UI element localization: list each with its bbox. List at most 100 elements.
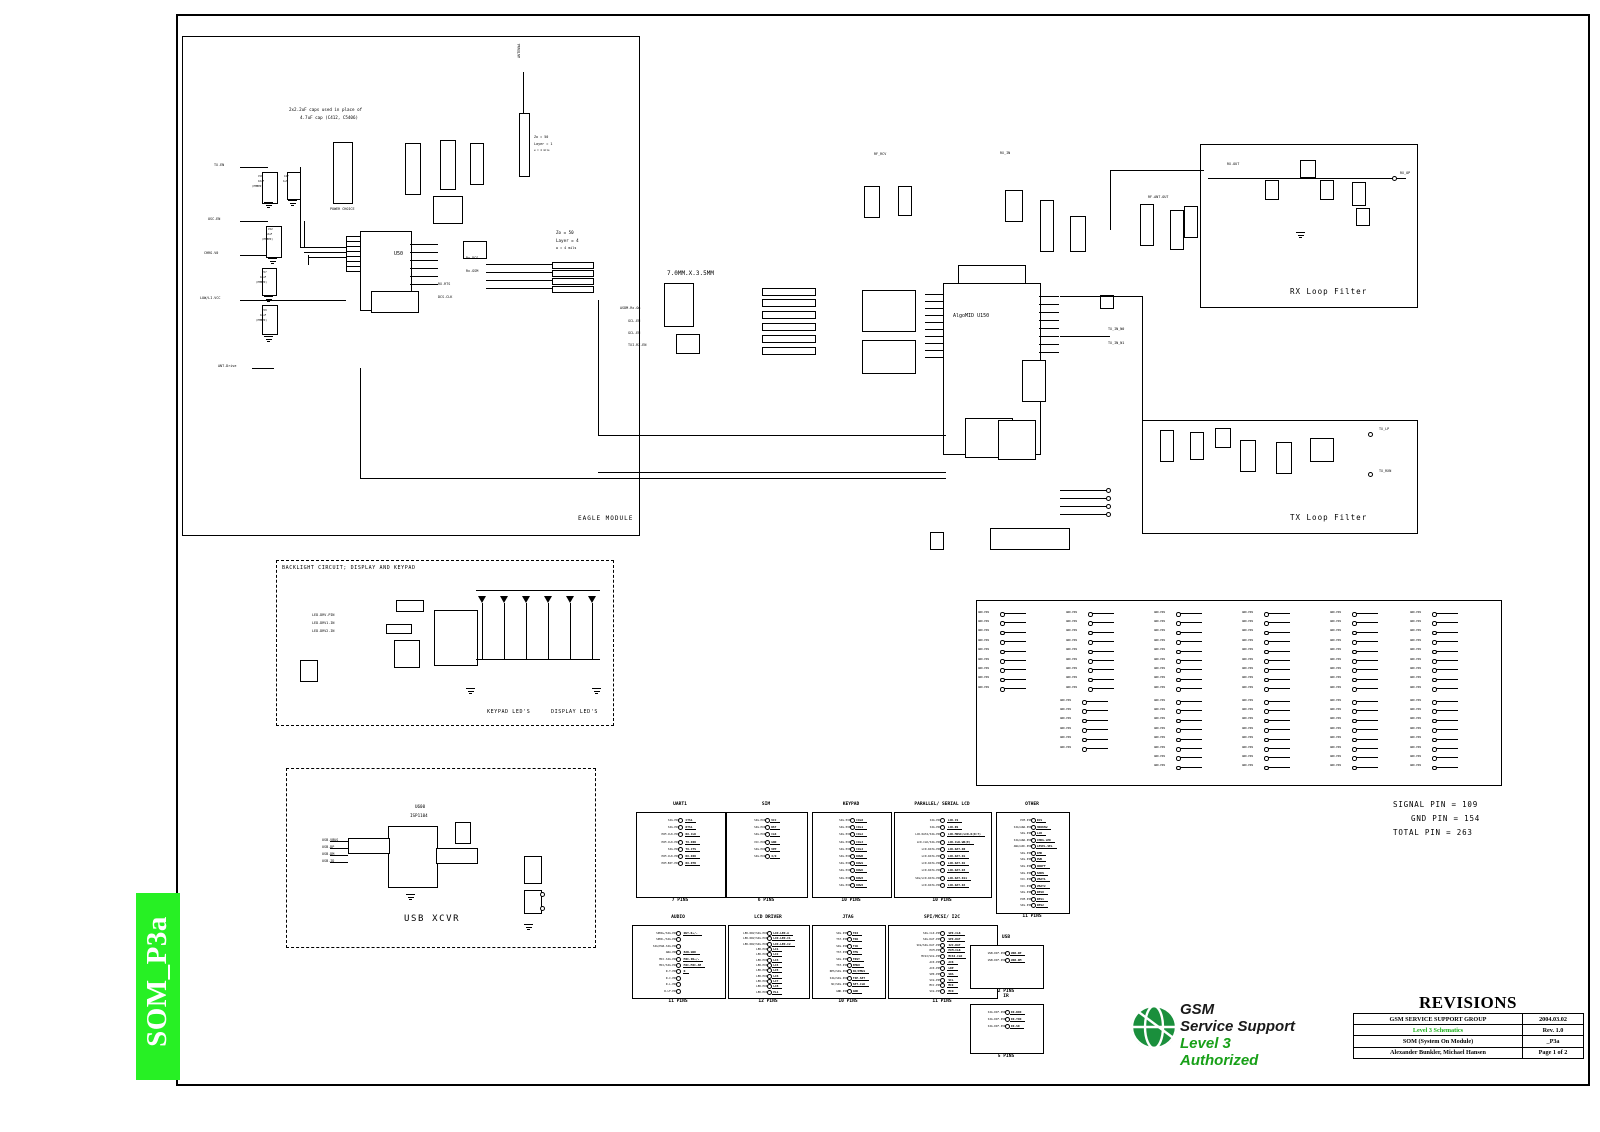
connector-pin-row: NC/SIG.PIN SET.CLK <box>813 982 885 988</box>
connector-pin-right-label: COL1 <box>855 825 868 831</box>
pin-matrix-label: GND.PIN <box>1410 754 1421 758</box>
connector-pin-row: ANA.PIN EAR.GND <box>633 950 725 956</box>
pin-matrix-label: GND.PIN <box>978 619 989 623</box>
connector-pin-left-label: SIG.PIN <box>839 818 851 822</box>
connector-pin-right-label: COL0 <box>855 818 868 823</box>
connector-pin-left-label: MIC/SIG.PIN <box>659 963 678 967</box>
connector-pin-left-label: SIG.DIF.PIN <box>987 1010 1006 1014</box>
connector-pin-right-label: IR.RXD <box>1009 1010 1026 1015</box>
connector-pin-node <box>766 968 772 974</box>
revisions-cell-left: Alexander Bunkler, Michael Hansen <box>1353 1046 1523 1059</box>
connector-pin-left-label: SIG.PIN <box>839 839 851 844</box>
connector-group-card: LED.DRV/SIG.PIN LCD.LED.A LED.DRV/SIG.PIN L… <box>728 925 810 999</box>
connector-pin-row: SIG.PIN COL3 <box>813 839 891 846</box>
connector-pin-row: SIG.PIN LCD.CS <box>895 818 991 824</box>
revisions-title: REVISIONS <box>1418 993 1518 1012</box>
connector-pin-node <box>676 982 682 988</box>
connector-pin-left-label: LED.DRV/SIG.PIN <box>743 941 768 946</box>
connector-pin-left-label: SIG/ANA.PIN <box>1013 837 1032 842</box>
cap-label-c59e: (EMBED) <box>256 319 267 322</box>
pin-matrix-wire <box>1436 613 1458 614</box>
connector-pin-row: LCD.DATA.PIN LCD.DAT.D3 <box>895 868 991 874</box>
connector-pin-right-label: ROW1 <box>855 861 868 867</box>
connector-pin-right-label: CTS1 <box>684 818 697 823</box>
revisions-cell-right: 2004.03.02 <box>1522 1012 1584 1026</box>
board-dimension-label: 7.0MM.X.3.5MM <box>667 270 714 277</box>
pin-matrix-wire <box>1268 678 1290 680</box>
connector-pin-left-label: LED.DRV/SIG.PIN <box>743 936 768 941</box>
connector-pin-left-label: LCD.DATA/SIG.PIN <box>915 832 942 837</box>
connector-pin-row: SIG.PIN VPP <box>727 846 807 853</box>
connector-pin-left-label: LCD.CLK/SIG.PIN <box>916 839 942 844</box>
connector-pin-right-label: VCC <box>770 818 781 823</box>
connector-pin-left-label: SIG.PIN <box>839 861 851 866</box>
usb-sig-1: USB.VBUS <box>322 838 339 842</box>
connector-pin-left-label: SIG/ANA.PIN <box>1013 824 1032 829</box>
pin-matrix-label: GND.PIN <box>1242 648 1253 652</box>
connector-group-label: KEYPAD <box>842 802 860 807</box>
pin-matrix-label: GND.PIN <box>1410 717 1421 721</box>
caps-note-line1: 2x2.2uF caps used in place of <box>289 107 363 112</box>
connector-pin-node <box>678 832 684 838</box>
connector-pin-right-label: LCD.CLK.WR(E) <box>946 840 975 845</box>
connector-pin-right-label: SHDN <box>1035 871 1048 876</box>
pin-matrix-label: GND.PIN <box>978 638 989 642</box>
pin-matrix-label: GND.PIN <box>1242 707 1253 711</box>
connector-pin-row: USB.DIF.PIN USB.DP <box>971 951 1043 957</box>
connector-pin-right-label: LC1 <box>772 947 783 952</box>
connector-pin-row: SIG.PIN I/O <box>727 854 807 860</box>
connector-pin-node <box>939 954 945 960</box>
connector-pin-row: SIG.PIN SHDN <box>997 870 1069 877</box>
connector-pin-left-label: SIG/EAR.SIG.PIN <box>652 943 678 948</box>
connector-pin-row: LED.PIN PL1 <box>729 989 809 996</box>
pin-matrix-wire <box>1086 738 1108 740</box>
connector-pin-node <box>939 942 945 948</box>
pin-summary-total: TOTAL PIN = 263 <box>1393 828 1473 837</box>
pin-matrix-wire <box>1436 650 1458 652</box>
connector-group-pin-count: 12 PINS <box>758 999 778 1004</box>
connector-pin-node <box>766 973 772 979</box>
pin-matrix-wire <box>1092 688 1114 690</box>
pin-matrix-wire <box>1268 719 1290 721</box>
connector-pin-left-label: SIG.PIN <box>1020 831 1032 836</box>
connector-pin-right-label: TX.DIR <box>684 840 700 845</box>
connector-pin-node <box>766 936 772 942</box>
pin-matrix-label: GND.PIN <box>1242 754 1253 758</box>
pin-matrix-label: GND.PIN <box>1410 764 1421 768</box>
pin-matrix-wire <box>1086 701 1108 702</box>
connector-pin-row: SIG.PIN TX.CTS <box>637 846 725 853</box>
connector-pin-node <box>676 988 682 994</box>
pin-matrix-label: GND.PIN <box>1242 638 1253 642</box>
connector-pin-right-label: TRST <box>851 957 864 962</box>
pin-matrix-wire <box>1356 650 1378 652</box>
connector-pin-row: SIG.PIN CLK <box>727 832 807 838</box>
connector-pin-node <box>766 957 772 963</box>
connector-pin-row: SIG.PIN COL1 <box>813 825 891 831</box>
pin-matrix-wire <box>1436 766 1458 768</box>
pin-matrix-wire <box>1356 622 1378 624</box>
connector-pin-left-label: LCD.DATA.PIN <box>921 846 942 851</box>
pin-matrix-label: GND.PIN <box>1242 619 1253 623</box>
pin-matrix-label: GND.PIN <box>1330 707 1341 711</box>
connector-pin-row: PCM.CLK.PIN TX.DIR <box>637 839 725 846</box>
pin-matrix-wire <box>1356 757 1378 759</box>
pin-matrix-wire <box>1180 622 1202 624</box>
connector-pin-right-label: EMU0 <box>851 963 864 968</box>
connector-pin-left-label: SIG.PIN <box>1020 850 1032 855</box>
connector-pin-right-label: RX.DIR <box>684 854 700 859</box>
connector-pin-left-label: GND.PIN <box>836 988 848 993</box>
connector-group-pin-count: 11 PINS <box>1022 914 1042 919</box>
revisions-cell-right: Page 1 of 2 <box>1522 1046 1584 1059</box>
connector-pin-left-label: LCD.DATA.PIN <box>921 861 942 866</box>
pin-matrix-label: GND.PIN <box>1154 726 1165 730</box>
pin-matrix-wire <box>1436 669 1458 671</box>
connector-pin-row: LCD.DATA.PIN LCD.DAT.D4 <box>895 882 991 889</box>
mid-sig-3: GCL.EN <box>628 331 641 335</box>
connector-pin-right-label: R <box>682 969 690 975</box>
connector-pin-right-label: LCD.RS <box>946 825 963 831</box>
pin-matrix-wire <box>1356 710 1378 712</box>
pin-matrix-wire <box>1180 641 1202 643</box>
connector-pin-node <box>940 846 946 852</box>
connector-pin-left-label: SIG.PIN <box>836 956 848 961</box>
pin-matrix-wire <box>1004 641 1026 643</box>
